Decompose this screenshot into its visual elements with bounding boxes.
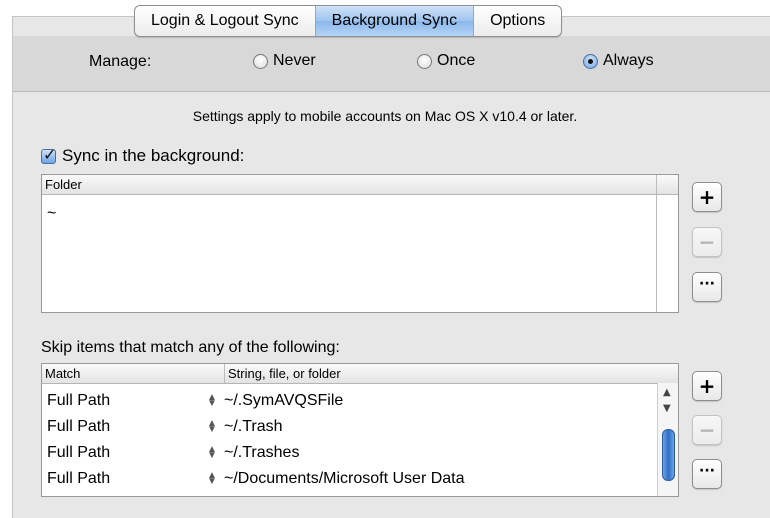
scroll-down-icon[interactable]: ▼: [663, 403, 671, 414]
match-type[interactable]: Full Path: [47, 466, 110, 492]
list-item[interactable]: ~: [42, 201, 657, 227]
remove-icon: −: [698, 418, 716, 442]
match-type[interactable]: Full Path: [47, 440, 110, 466]
match-type[interactable]: Full Path: [47, 414, 110, 440]
skip-items-label: Skip items that match any of the followi…: [41, 339, 340, 356]
value-column-header[interactable]: String, file, or folder: [225, 364, 341, 383]
radio-once-label: Once: [437, 52, 476, 69]
scroll-up-icon[interactable]: ▲: [663, 387, 671, 398]
radio-always-label: Always: [603, 52, 654, 69]
skip-add-button[interactable]: +: [692, 371, 722, 401]
vertical-scrollbar[interactable]: ▲ ▼: [657, 383, 678, 496]
table-row[interactable]: Full Path ▲ ▼ ~/Documents/Microsoft User …: [42, 466, 657, 492]
tab-options[interactable]: Options: [474, 6, 561, 36]
tab-login-logout-sync[interactable]: Login & Logout Sync: [135, 6, 316, 36]
match-value[interactable]: ~/Documents/Microsoft User Data: [224, 466, 465, 492]
radio-dot-icon: [253, 53, 268, 69]
stepper-icon[interactable]: ▲ ▼: [207, 445, 217, 461]
add-icon: +: [698, 374, 716, 398]
folder-column-header[interactable]: Folder: [42, 175, 82, 194]
stepper-icon[interactable]: ▲ ▼: [207, 419, 217, 435]
radio-dot-icon: [417, 53, 432, 69]
radio-once[interactable]: Once: [417, 52, 475, 70]
match-value[interactable]: ~/.Trashes: [224, 440, 299, 466]
manage-label: Manage:: [89, 53, 152, 70]
scroll-thumb[interactable]: [662, 429, 675, 481]
folder-add-button[interactable]: +: [692, 182, 722, 212]
table-row[interactable]: Full Path ▲ ▼ ~/.SymAVQSFile: [42, 388, 657, 414]
skip-list-header: Match String, file, or folder: [42, 364, 678, 384]
skip-remove-button[interactable]: −: [692, 415, 722, 445]
ellipsis-icon: ···: [699, 463, 715, 479]
match-value[interactable]: ~/.SymAVQSFile: [224, 388, 343, 414]
tab-bar: Login & Logout Sync Background Sync Opti…: [134, 5, 563, 37]
folder-edit-button[interactable]: ···: [692, 272, 722, 302]
skip-items-list[interactable]: Match String, file, or folder Full Path …: [41, 363, 679, 497]
column-divider: [656, 175, 657, 312]
radio-never[interactable]: Never: [253, 52, 316, 70]
radio-dot-selected-icon: [583, 53, 598, 69]
skip-edit-button[interactable]: ···: [692, 459, 722, 489]
folder-path: ~: [47, 205, 57, 222]
stepper-icon[interactable]: ▲ ▼: [207, 393, 217, 409]
manage-bar: Manage: Never Once Always: [13, 36, 770, 92]
folder-list[interactable]: Folder ~: [41, 174, 679, 313]
add-icon: +: [698, 185, 716, 209]
match-type[interactable]: Full Path: [47, 388, 110, 414]
radio-always[interactable]: Always: [583, 52, 654, 70]
table-row[interactable]: Full Path ▲ ▼ ~/.Trashes: [42, 440, 657, 466]
settings-note: Settings apply to mobile accounts on Mac…: [192, 108, 578, 124]
radio-never-label: Never: [273, 52, 316, 69]
match-value[interactable]: ~/.Trash: [224, 414, 283, 440]
checkmark-icon: [41, 145, 56, 164]
sync-background-checkbox[interactable]: Sync in the background:: [41, 145, 245, 166]
ellipsis-icon: ···: [699, 276, 715, 292]
folder-remove-button[interactable]: −: [692, 227, 722, 257]
sync-background-label: Sync in the background:: [62, 146, 245, 165]
column-divider: [224, 364, 225, 383]
tab-background-sync[interactable]: Background Sync: [315, 6, 475, 36]
table-row[interactable]: Full Path ▲ ▼ ~/.Trash: [42, 414, 657, 440]
stepper-icon[interactable]: ▲ ▼: [207, 471, 217, 487]
match-column-header[interactable]: Match: [42, 364, 80, 383]
folder-list-header: Folder: [42, 175, 678, 195]
remove-icon: −: [698, 230, 716, 254]
